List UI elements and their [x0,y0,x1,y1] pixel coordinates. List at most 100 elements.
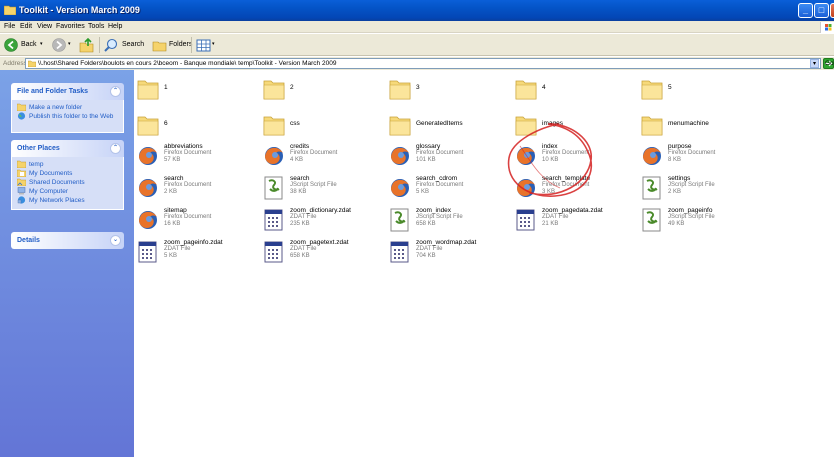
toolbar-separator [99,37,100,53]
place-shared-documents[interactable]: Shared Documents [12,178,123,187]
file-type: JScript Script File [290,182,337,188]
file-type: Firefox Document [290,150,338,156]
file-name: 4 [542,84,546,91]
file-name: zoom_index [416,207,452,214]
maximize-button[interactable]: □ [814,3,829,18]
up-folder-button[interactable] [79,37,95,53]
forward-arrow-icon [52,38,66,52]
close-button[interactable] [830,3,834,18]
place-my-documents[interactable]: My Documents [12,169,123,178]
file-name: 6 [164,120,168,127]
file-item[interactable]: search Firefox Document 2 KB [137,175,257,205]
panel-title: File and Folder Tasks [17,88,89,95]
menu-view[interactable]: View [37,23,52,30]
folder-icon [17,160,26,168]
file-name: css [290,120,300,127]
firefox-document-icon [137,175,159,201]
zdat-file-icon [389,239,411,265]
address-field[interactable]: \\.host\Shared Folders\boulots en cours … [25,58,821,69]
file-item[interactable]: search JScript Script File 38 KB [263,175,383,205]
place-label: My Network Places [29,197,85,204]
file-item[interactable]: settings JScript Script File 2 KB [641,175,761,205]
chevron-up-icon[interactable]: ⌃ [110,143,121,154]
panel-header[interactable]: Details ⌄ [11,232,124,249]
file-item[interactable]: search_cdrom Firefox Document 5 KB [389,175,509,205]
task-label: Make a new folder [29,104,83,111]
file-item[interactable]: 2 [263,75,383,105]
place-my-computer[interactable]: My Computer [12,187,123,196]
toolbar-separator [191,37,192,53]
file-item[interactable]: GeneratedItems [389,111,509,141]
file-name: purpose [668,143,692,150]
file-item[interactable]: zoom_index JScript Script File 658 KB [389,207,509,237]
chevron-up-icon[interactable]: ⌃ [110,86,121,97]
file-item[interactable]: purpose Firefox Document 8 KB [641,143,761,173]
folder-icon [389,75,411,101]
file-item[interactable]: zoom_pageinfo.zdat ZDAT File 5 KB [137,239,257,269]
file-item[interactable]: search_template Firefox Document 3 KB [515,175,635,205]
file-item[interactable]: 5 [641,75,761,105]
firefox-document-icon [389,175,411,201]
file-name: zoom_pagetext.zdat [290,239,349,246]
menu-favorites[interactable]: Favorites [56,23,85,30]
file-item[interactable]: sitemap Firefox Document 16 KB [137,207,257,237]
folders-button[interactable]: Folders [152,38,196,53]
file-item[interactable]: menumachine [641,111,761,141]
go-label[interactable]: Go [825,60,834,67]
place-my-network-places[interactable]: My Network Places [12,196,123,205]
search-button[interactable]: Search [104,38,148,53]
file-item[interactable]: glossary Firefox Document 101 KB [389,143,509,173]
menu-edit[interactable]: Edit [20,23,32,30]
file-item[interactable]: css [263,111,383,141]
up-folder-icon [79,37,94,53]
file-item[interactable]: 3 [389,75,509,105]
file-item[interactable]: 6 [137,111,257,141]
task-publish-web[interactable]: Publish this folder to the Web [12,112,123,128]
file-type: ZDAT File [290,246,317,252]
chevron-down-icon[interactable]: ▾ [810,59,819,68]
zdat-file-icon [263,239,285,265]
file-name: zoom_dictionary.zdat [290,207,351,214]
menu-tools[interactable]: Tools [88,23,104,30]
file-name: 5 [668,84,672,91]
file-item[interactable]: zoom_pagetext.zdat ZDAT File 658 KB [263,239,383,269]
computer-icon [17,187,26,195]
file-item[interactable]: zoom_pagedata.zdat ZDAT File 21 KB [515,207,635,237]
file-type: Firefox Document [164,150,212,156]
back-arrow-icon [4,38,18,52]
file-item[interactable]: credits Firefox Document 4 KB [263,143,383,173]
panel-header[interactable]: Other Places ⌃ [11,140,124,157]
zdat-file-icon [263,207,285,233]
firefox-document-icon [137,143,159,169]
chevron-down-icon[interactable]: ▾ [40,41,43,47]
file-item[interactable]: 1 [137,75,257,105]
file-type: Firefox Document [416,182,464,188]
back-button[interactable]: Back ▾ [4,38,48,53]
forward-button[interactable]: ▾ [52,38,74,53]
file-item[interactable]: abbreviations Firefox Document 57 KB [137,143,257,173]
menu-file[interactable]: File [4,23,15,30]
file-item[interactable]: zoom_pageinfo JScript Script File 49 KB [641,207,761,237]
menu-help[interactable]: Help [108,23,122,30]
file-size: 3 KB [542,189,556,195]
panel-header[interactable]: File and Folder Tasks ⌃ [11,83,124,100]
chevron-down-icon[interactable]: ⌄ [110,235,121,246]
file-type: ZDAT File [290,214,317,220]
address-bar: Address \\.host\Shared Folders\boulots e… [0,57,834,70]
chevron-down-icon[interactable]: ▾ [68,41,71,47]
place-temp[interactable]: temp [12,160,123,169]
windows-logo-icon [820,22,834,33]
task-make-new-folder[interactable]: Make a new folder [12,103,123,112]
file-item[interactable]: images [515,111,635,141]
file-item[interactable]: zoom_dictionary.zdat ZDAT File 235 KB [263,207,383,237]
chevron-down-icon[interactable]: ▾ [212,41,215,47]
file-size: 10 KB [542,157,559,163]
views-button[interactable]: ▾ [196,38,220,53]
search-label: Search [122,41,145,48]
file-item[interactable]: 4 [515,75,635,105]
file-item[interactable]: index Firefox Document 10 KB [515,143,635,173]
file-size: 2 KB [668,189,682,195]
file-item[interactable]: zoom_wordmap.zdat ZDAT File 704 KB [389,239,509,269]
panel-title: Other Places [17,145,60,152]
minimize-button[interactable]: _ [798,3,813,18]
